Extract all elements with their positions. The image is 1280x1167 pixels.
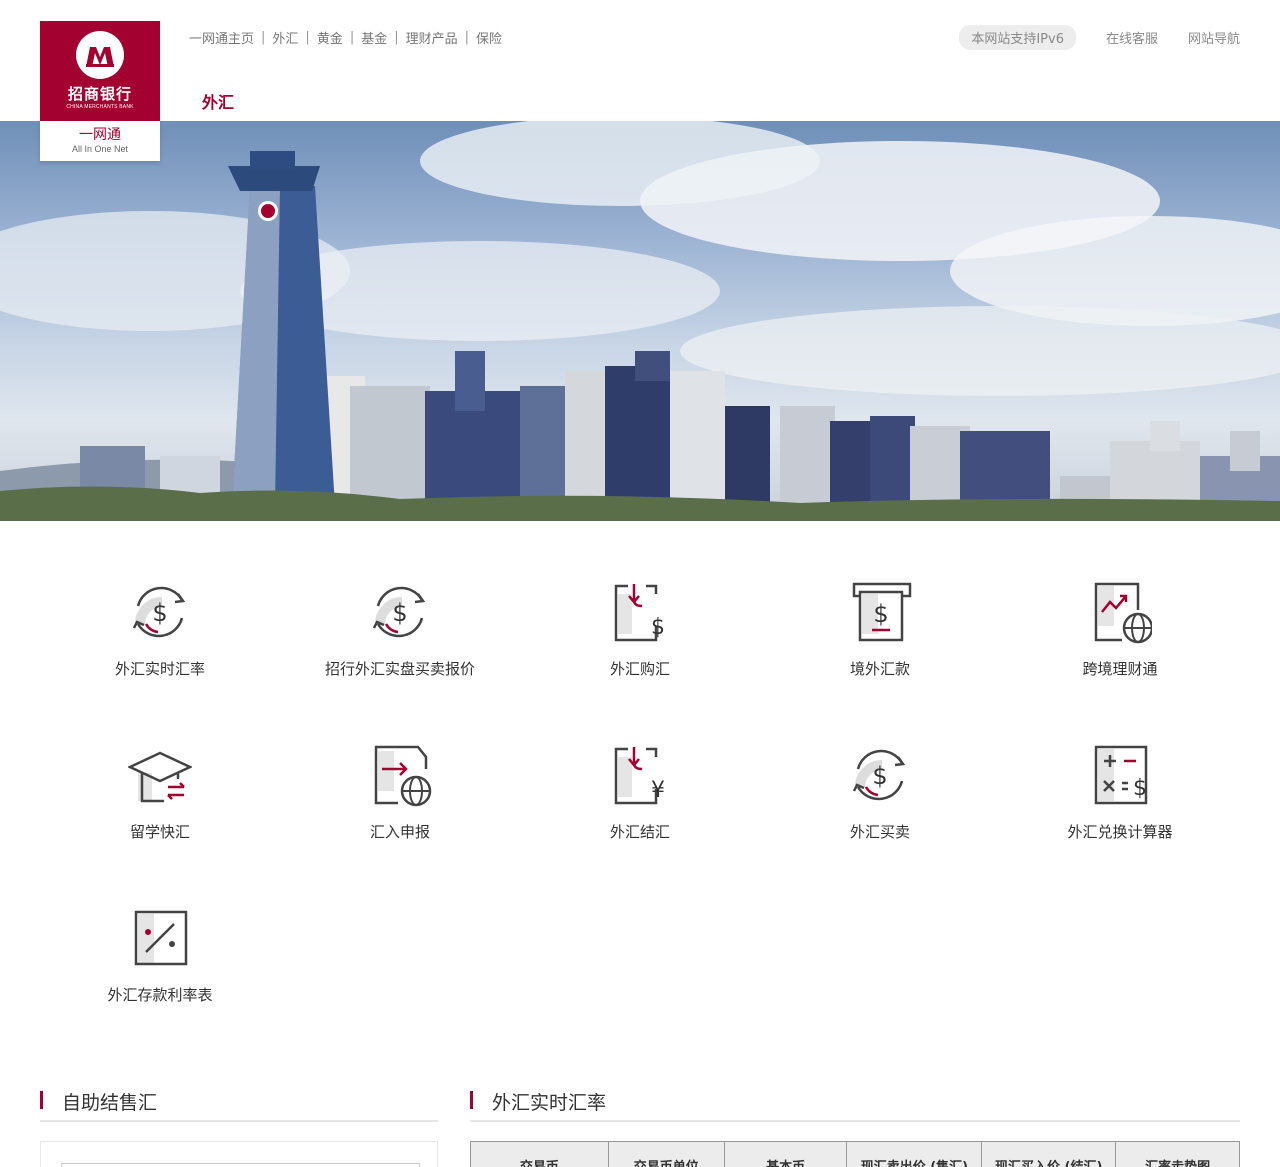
logo-name-cn: 招商银行 <box>67 85 132 103</box>
col-base-currency: 基本币 <box>723 1141 848 1167</box>
nav-link-insurance[interactable]: 保险 <box>476 28 502 47</box>
exchange-dollar-icon: $ <box>372 586 426 638</box>
nav-link-fund[interactable]: 基金 <box>361 28 387 47</box>
tile-label: 外汇兑换计算器 <box>1067 823 1173 841</box>
col-trend-chart: 汇率走势图 <box>1115 1141 1240 1167</box>
tile-label: 外汇实时汇率 <box>114 660 205 678</box>
graduation-cap-icon <box>128 751 192 803</box>
tile-overseas-remit[interactable]: $ 境外汇款 <box>760 580 1000 720</box>
ipv6-badge: 本网站支持IPv6 <box>959 25 1076 50</box>
tile-label: 外汇结汇 <box>609 823 670 841</box>
tile-realtime-rate[interactable]: $ 外汇实时汇率 <box>40 580 280 720</box>
document-globe-icon <box>374 745 432 807</box>
top-nav: 一网通主页 | 外汇 | 黄金 | 基金 | 理财产品 | 保险 <box>189 28 502 47</box>
tile-label: 招行外汇实盘买卖报价 <box>324 660 475 678</box>
document-dollar-icon: $ <box>614 584 665 642</box>
col-trade-currency: 交易币 <box>470 1141 609 1167</box>
tile-study-remit[interactable]: 留学快汇 <box>40 743 280 883</box>
tile-label: 外汇存款利率表 <box>107 986 213 1004</box>
logo[interactable]: 招商银行 CHINA MERCHANTS BANK 一网通 All In One… <box>40 21 160 161</box>
col-buy-price: 现汇买入价 (结汇) <box>981 1141 1117 1167</box>
exchange-dollar-icon: $ <box>852 749 906 801</box>
tile-label: 外汇买卖 <box>849 823 910 841</box>
nav-separator: | <box>305 30 310 45</box>
nav-separator: | <box>394 30 399 45</box>
tile-exchange-calculator[interactable]: $ 外汇兑换计算器 <box>1000 743 1240 883</box>
svg-text:$: $ <box>1133 776 1147 801</box>
rate-table: 交易币 交易币单位 基本币 现汇卖出价 (售汇) 现汇买入价 (结汇) 汇率走势… <box>470 1141 1240 1167</box>
percent-icon <box>134 910 188 966</box>
calculator-icon: $ <box>1094 745 1148 805</box>
col-sell-price: 现汇卖出价 (售汇) <box>846 1141 983 1167</box>
nav-separator: | <box>349 30 355 45</box>
chart-globe-icon <box>1094 582 1152 644</box>
self-service-panel <box>40 1141 438 1167</box>
svg-text:$: $ <box>392 599 407 627</box>
header: 一网通主页 | 外汇 | 黄金 | 基金 | 理财产品 | 保险 外汇 本网站支… <box>0 0 1280 121</box>
svg-text:¥: ¥ <box>651 778 665 803</box>
realtime-rates-header: 外汇实时汇率 <box>470 1088 1240 1122</box>
atm-dollar-icon: $ <box>852 582 912 642</box>
nav-separator: | <box>464 30 470 45</box>
tile-inward-declaration[interactable]: 汇入申报 <box>280 743 520 883</box>
tile-forex-settlement[interactable]: ¥ 外汇结汇 <box>520 743 760 883</box>
accent-bar <box>470 1091 473 1109</box>
nav-link-wealth[interactable]: 理财产品 <box>406 28 458 47</box>
rate-table-header-row: 交易币 交易币单位 基本币 现汇卖出价 (售汇) 现汇买入价 (结汇) 汇率走势… <box>470 1141 1240 1167</box>
cmb-logo-icon <box>86 47 114 67</box>
logo-product: 一网通 All In One Net <box>40 121 160 161</box>
nav-link-gold[interactable]: 黄金 <box>317 28 343 47</box>
site-nav-link[interactable]: 网站导航 <box>1188 28 1240 47</box>
nav-link-forex[interactable]: 外汇 <box>272 28 298 47</box>
svg-text:$: $ <box>651 615 665 640</box>
online-service-link[interactable]: 在线客服 <box>1106 28 1158 47</box>
logo-mark: 招商银行 CHINA MERCHANTS BANK <box>40 21 160 121</box>
svg-text:$: $ <box>873 600 888 628</box>
tile-label: 留学快汇 <box>129 823 190 841</box>
tile-label: 跨境理财通 <box>1082 660 1158 678</box>
col-trade-unit: 交易币单位 <box>607 1141 725 1167</box>
document-yuan-icon: ¥ <box>614 747 665 805</box>
logo-product-cn: 一网通 <box>79 127 121 143</box>
tile-spot-quote[interactable]: $ 招行外汇实盘买卖报价 <box>280 580 520 720</box>
logo-name-en: CHINA MERCHANTS BANK <box>66 104 134 110</box>
tile-label: 境外汇款 <box>849 660 910 678</box>
logo-product-en: All In One Net <box>71 144 129 154</box>
self-service-box <box>61 1163 420 1167</box>
right-nav: 本网站支持IPv6 在线客服 网站导航 <box>959 25 1240 50</box>
realtime-rates-title: 外汇实时汇率 <box>492 1092 607 1114</box>
tile-cross-border-wealth[interactable]: 跨境理财通 <box>1000 580 1240 720</box>
svg-text:$: $ <box>152 599 167 627</box>
city-skyline-image <box>0 121 1280 521</box>
self-service-header: 自助结售汇 <box>40 1088 438 1122</box>
accent-bar <box>40 1091 43 1109</box>
tile-label: 汇入申报 <box>369 823 430 841</box>
tile-label: 外汇购汇 <box>609 660 670 678</box>
tile-forex-purchase[interactable]: $ 外汇购汇 <box>520 580 760 720</box>
nav-link-home[interactable]: 一网通主页 <box>189 28 254 47</box>
tile-forex-trading[interactable]: $ 外汇买卖 <box>760 743 1000 883</box>
tile-deposit-rates[interactable]: 外汇存款利率表 <box>40 906 280 1046</box>
nav-separator: | <box>261 30 266 45</box>
self-service-title: 自助结售汇 <box>62 1092 158 1114</box>
exchange-dollar-icon: $ <box>132 586 186 638</box>
section-title: 外汇 <box>202 93 235 112</box>
svg-text:$: $ <box>872 762 887 790</box>
hero-banner <box>0 121 1280 521</box>
